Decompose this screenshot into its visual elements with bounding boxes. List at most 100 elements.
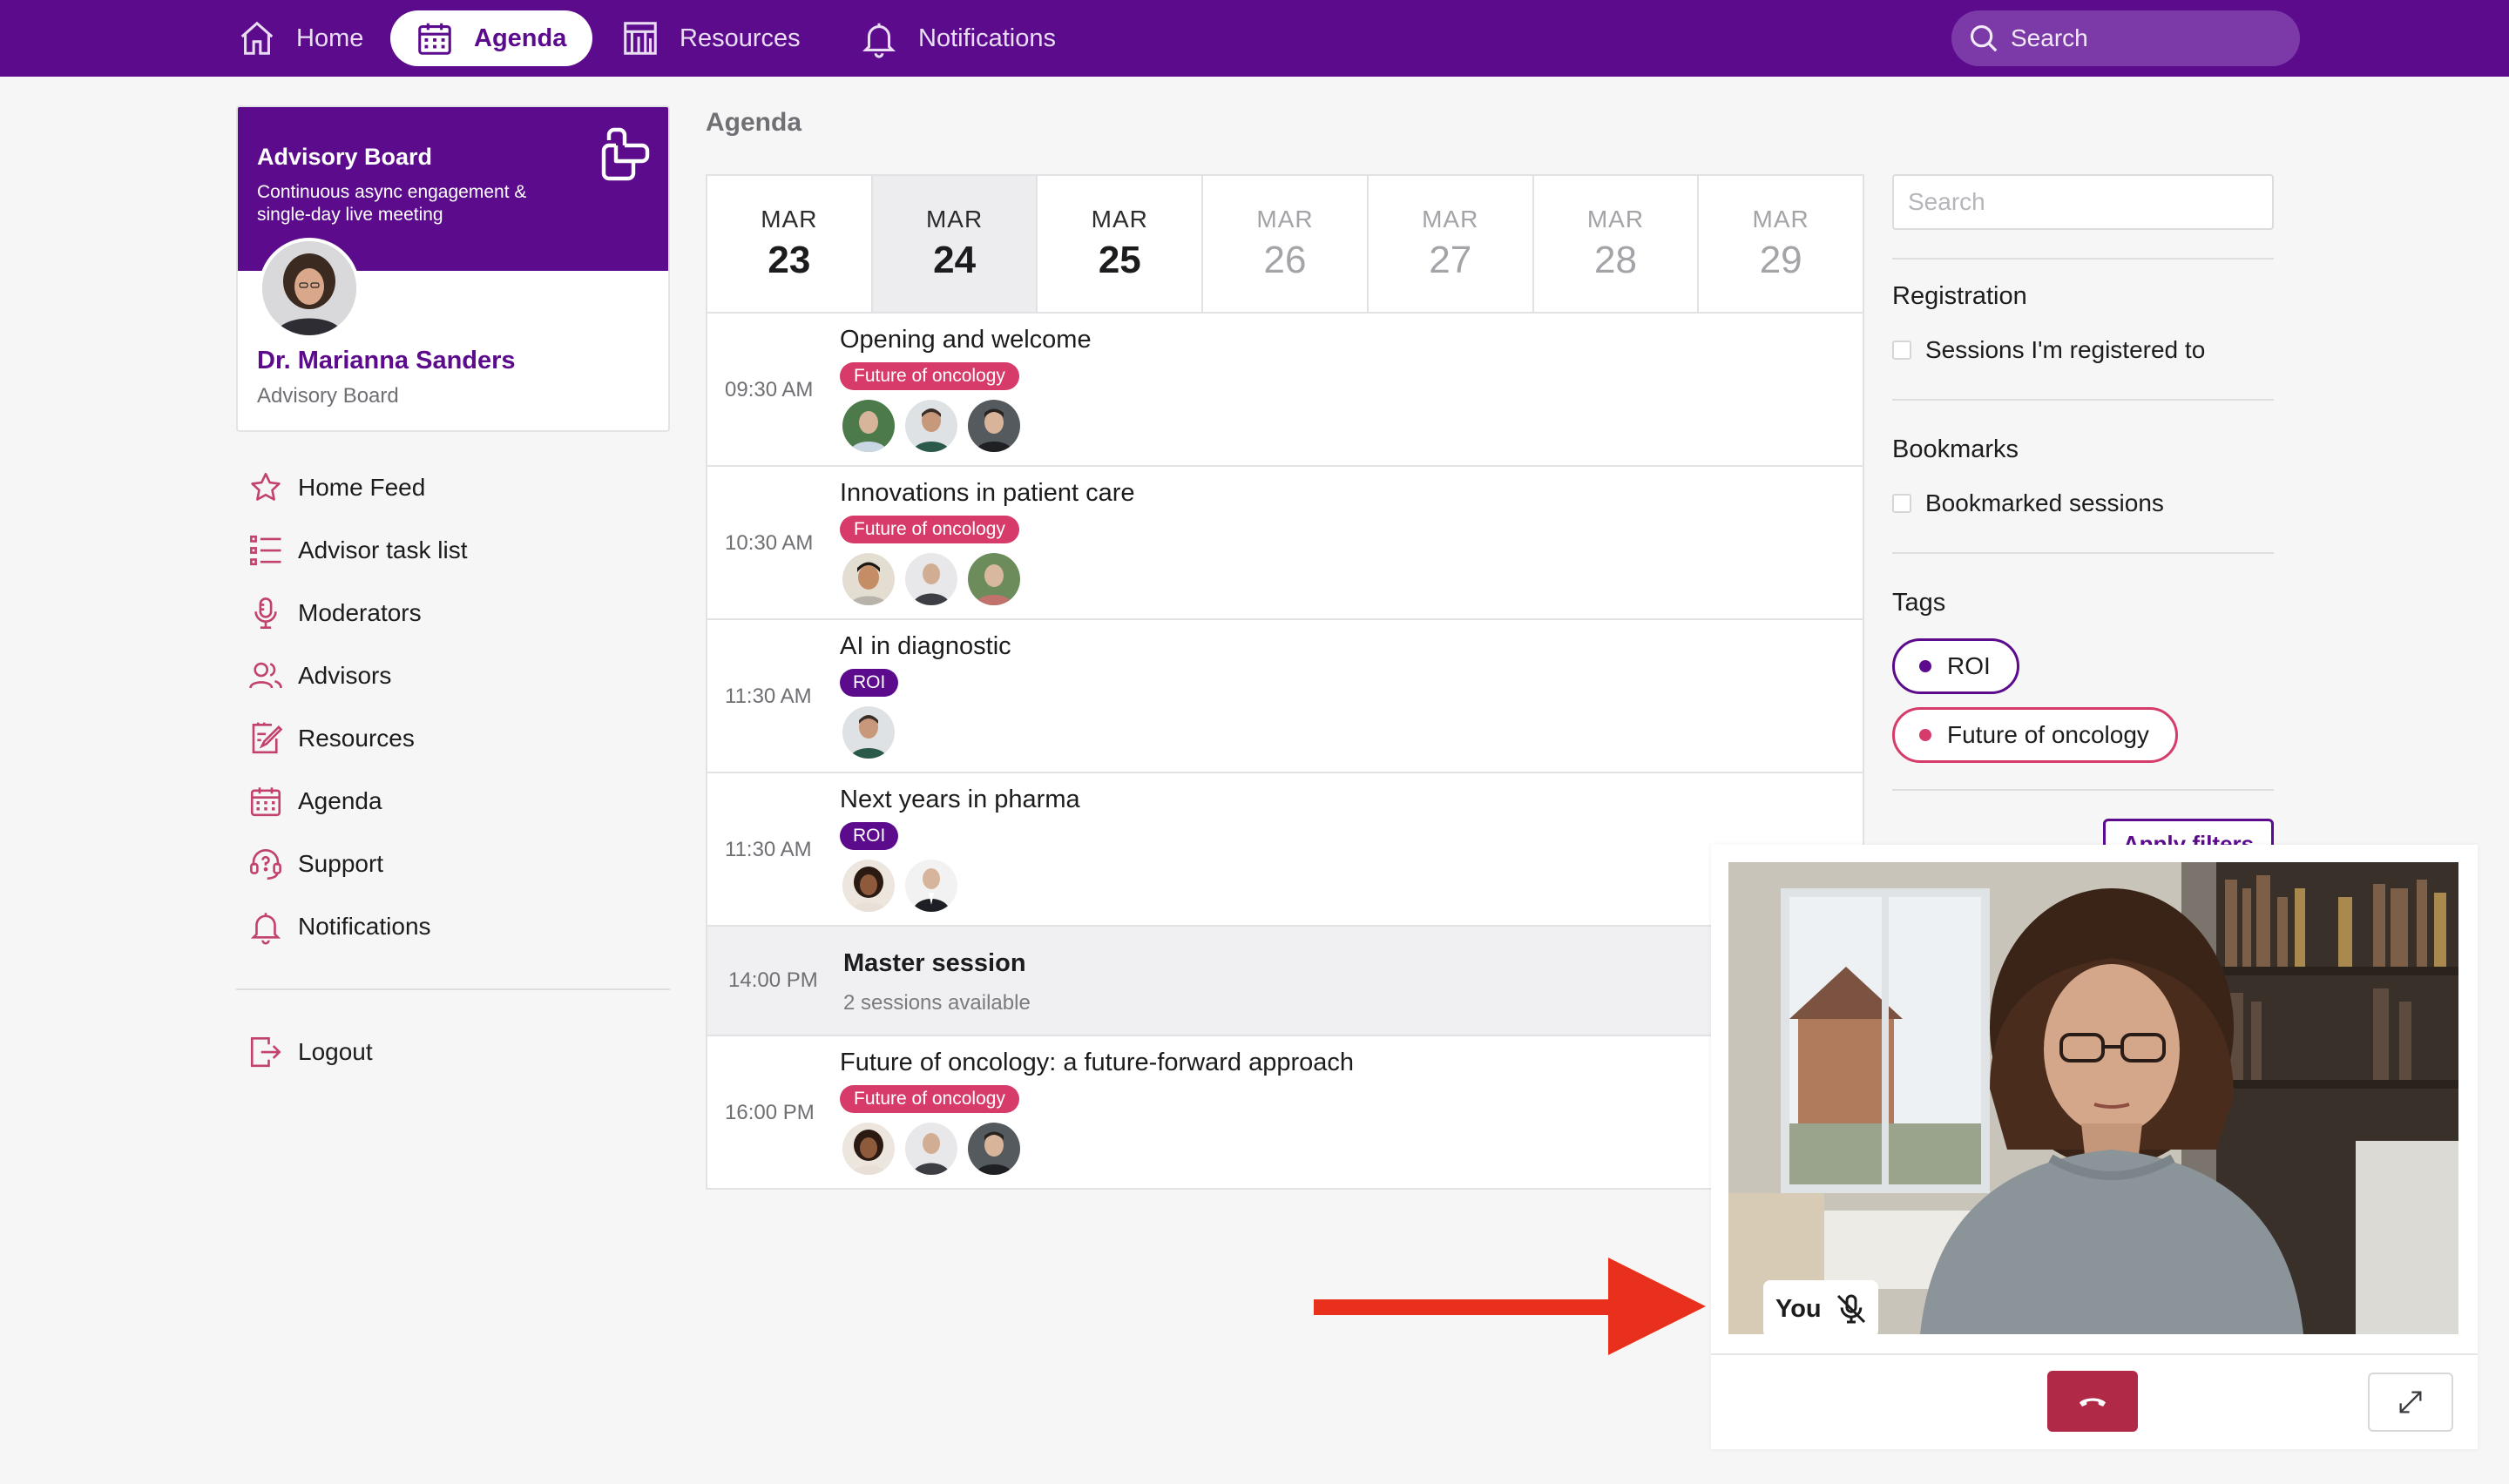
task-list-icon xyxy=(250,535,281,566)
speaker-avatar[interactable] xyxy=(903,550,960,608)
avatar-photo xyxy=(262,241,356,335)
day-tab-29[interactable]: MAR 29 xyxy=(1699,176,1863,312)
session-time: 09:30 AM xyxy=(725,378,814,401)
menu-label-notifications: Notifications xyxy=(298,913,431,940)
session-time: 11:30 AM xyxy=(725,838,812,861)
speaker-avatar[interactable] xyxy=(840,704,897,761)
menu-label-home-feed: Home Feed xyxy=(298,474,426,501)
video-call-panel: You xyxy=(1711,845,2478,1449)
avatar[interactable] xyxy=(259,238,360,339)
registered-sessions-checkbox[interactable]: Sessions I'm registered to xyxy=(1892,336,2205,364)
logout-icon xyxy=(250,1036,281,1068)
speaker-avatar[interactable] xyxy=(840,857,897,914)
filter-divider xyxy=(1892,552,2274,554)
profile-card: Advisory Board Continuous async engageme… xyxy=(236,105,670,432)
logout-label: Logout xyxy=(298,1038,373,1065)
day-number: 29 xyxy=(1759,239,1802,281)
day-tab-25[interactable]: MAR 25 xyxy=(1038,176,1204,312)
day-tab-28[interactable]: MAR 28 xyxy=(1534,176,1700,312)
star-icon xyxy=(251,472,281,501)
self-video-feed[interactable]: You xyxy=(1728,862,2458,1334)
menu-item-resources[interactable]: Resources xyxy=(247,716,415,761)
session-row[interactable]: 11:30 AM Next years in pharma ROI xyxy=(707,773,1863,927)
menu-item-home-feed[interactable]: Home Feed xyxy=(247,465,425,510)
mic-muted-icon xyxy=(1836,1294,1865,1324)
registration-heading: Registration xyxy=(1892,282,2027,310)
users-icon xyxy=(249,662,282,689)
resources-icon xyxy=(624,22,657,55)
menu-label-resources: Resources xyxy=(298,725,415,752)
day-number: 27 xyxy=(1429,239,1472,281)
speaker-avatar[interactable] xyxy=(903,1120,960,1177)
menu-item-advisors[interactable]: Advisors xyxy=(247,653,391,698)
checkbox-label: Bookmarked sessions xyxy=(1925,489,2164,516)
nav-notifications[interactable]: Notifications xyxy=(859,10,1056,66)
filter-search-input[interactable]: Search xyxy=(1892,174,2274,230)
video-controls-divider xyxy=(1711,1353,2478,1355)
speaker-avatar[interactable] xyxy=(840,1120,897,1177)
logout-button[interactable]: Logout xyxy=(247,1029,373,1075)
checkbox[interactable] xyxy=(1892,341,1911,360)
filter-divider xyxy=(1892,258,2274,260)
speaker-avatars xyxy=(840,397,1028,455)
speaker-avatar[interactable] xyxy=(965,397,1023,455)
phone-hangup-icon xyxy=(2080,1398,2106,1406)
speaker-avatars xyxy=(840,857,965,914)
expand-video-button[interactable] xyxy=(2368,1373,2453,1432)
speaker-avatar[interactable] xyxy=(903,397,960,455)
filter-divider xyxy=(1892,789,2274,791)
nav-resources-label: Resources xyxy=(680,24,801,52)
end-call-button[interactable] xyxy=(2047,1371,2138,1432)
session-row[interactable]: 16:00 PM Future of oncology: a future-fo… xyxy=(707,1036,1863,1190)
day-number: 26 xyxy=(1263,239,1307,281)
bookmarked-sessions-checkbox[interactable]: Bookmarked sessions xyxy=(1892,489,2164,517)
day-tab-26[interactable]: MAR 26 xyxy=(1203,176,1369,312)
checkbox[interactable] xyxy=(1892,494,1911,513)
expand-icon xyxy=(2399,1391,2422,1413)
day-tab-23[interactable]: MAR 23 xyxy=(707,176,873,312)
session-row[interactable]: 10:30 AM Innovations in patient care Fut… xyxy=(707,467,1863,620)
tag-badge: Future of oncology xyxy=(840,516,1019,543)
day-month: MAR xyxy=(1422,206,1479,233)
nav-search-input[interactable]: Search xyxy=(1951,10,2300,66)
menu-item-advisor-task-list[interactable]: Advisor task list xyxy=(247,528,468,573)
participant-label: You xyxy=(1763,1280,1878,1334)
speaker-avatar[interactable] xyxy=(840,550,897,608)
speaker-avatar[interactable] xyxy=(965,550,1023,608)
edit-doc-icon xyxy=(252,722,283,754)
session-row[interactable]: 11:30 AM AI in diagnostic ROI xyxy=(707,620,1863,773)
day-number: 28 xyxy=(1593,239,1637,281)
day-month: MAR xyxy=(1091,206,1148,233)
nav-notifications-label: Notifications xyxy=(918,24,1056,52)
day-month: MAR xyxy=(925,206,984,233)
menu-item-support[interactable]: Support xyxy=(247,841,383,887)
day-month: MAR xyxy=(1586,206,1645,233)
menu-item-notifications[interactable]: Notifications xyxy=(247,904,431,949)
nav-search-placeholder: Search xyxy=(2011,24,2088,51)
menu-item-moderators[interactable]: Moderators xyxy=(247,590,422,636)
day-month: MAR xyxy=(1256,206,1314,233)
speaker-avatars xyxy=(840,550,1028,608)
nav-resources[interactable]: Resources xyxy=(620,10,801,66)
page-title: Agenda xyxy=(706,108,802,137)
tag-color-dot xyxy=(1919,660,1931,672)
nav-home[interactable]: Home xyxy=(237,10,363,66)
menu-item-agenda[interactable]: Agenda xyxy=(247,779,382,824)
speaker-avatar[interactable] xyxy=(840,397,897,455)
speaker-avatar[interactable] xyxy=(903,857,960,914)
day-tab-27[interactable]: MAR 27 xyxy=(1369,176,1534,312)
menu-label-advisors: Advisors xyxy=(298,662,392,689)
tag-filter-future-of-oncology[interactable]: Future of oncology xyxy=(1892,707,2178,763)
video-image xyxy=(1728,862,2458,1334)
speaker-avatars xyxy=(840,704,903,761)
session-row[interactable]: 09:30 AM Opening and welcome Future of o… xyxy=(707,314,1863,467)
day-tab-24[interactable]: MAR 24 xyxy=(872,176,1038,312)
master-session-row[interactable]: 14:00 PM Master session 2 sessions avail… xyxy=(707,927,1863,1036)
tag-badge: ROI xyxy=(840,669,899,697)
tag-filter-roi[interactable]: ROI xyxy=(1892,638,2019,694)
speaker-avatar[interactable] xyxy=(965,1120,1023,1177)
master-session-subtitle: 2 sessions available xyxy=(843,991,1031,1015)
nav-agenda-label: Agenda xyxy=(474,24,567,52)
nav-agenda[interactable]: Agenda xyxy=(390,10,593,66)
search-icon xyxy=(1970,24,1998,52)
